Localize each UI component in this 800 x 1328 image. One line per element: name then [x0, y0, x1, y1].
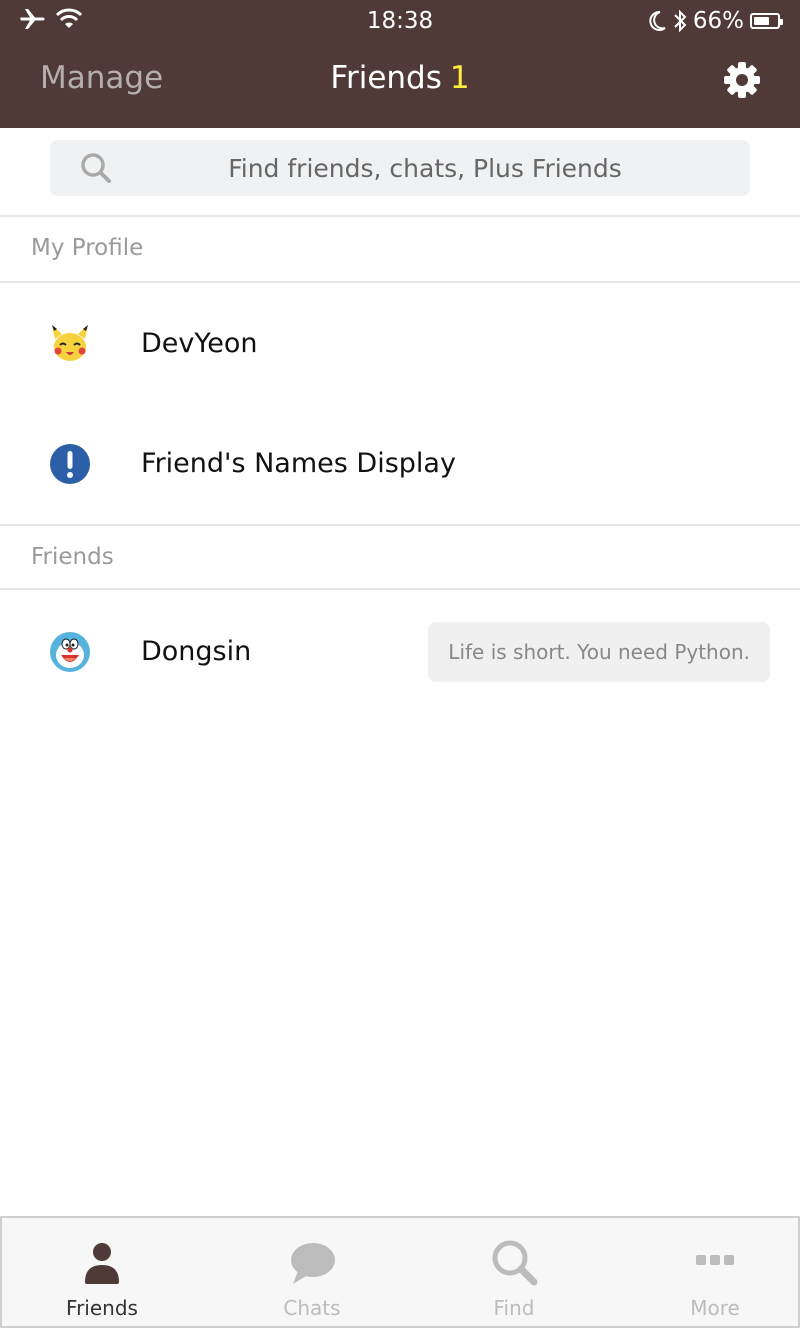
info-exclamation-icon	[50, 444, 90, 484]
section-my-profile: My Profile	[0, 217, 800, 283]
status-bar: 18:38 66%	[0, 0, 800, 44]
app-header: 18:38 66% Manage Friends 1	[0, 0, 800, 128]
page-title: Friends 1	[0, 60, 800, 96]
chat-bubble-icon	[291, 1243, 335, 1284]
search-icon	[81, 153, 111, 183]
tab-find[interactable]: Find	[414, 1218, 614, 1326]
search-icon	[492, 1240, 538, 1286]
section-friends: Friends	[0, 524, 800, 590]
moon-icon	[649, 10, 666, 31]
tab-label: More	[690, 1296, 740, 1320]
more-dots-icon	[696, 1255, 734, 1265]
tab-chats[interactable]: Chats	[212, 1218, 412, 1326]
page-title-text: Friends	[330, 60, 442, 96]
search-input[interactable]	[120, 140, 730, 196]
tab-label: Friends	[66, 1296, 138, 1320]
profile-name: Friend's Names Display	[141, 448, 456, 479]
gear-icon	[724, 62, 760, 98]
section-label: Friends	[31, 544, 114, 570]
friend-row-dongsin[interactable]: Dongsin Life is short. You need Python.	[0, 592, 800, 712]
battery-percent: 66%	[692, 8, 744, 34]
tab-label: Chats	[283, 1296, 341, 1320]
section-label: My Profile	[31, 235, 144, 261]
doraemon-avatar	[50, 632, 90, 672]
tab-bar: Friends Chats Find More	[0, 1216, 800, 1328]
bluetooth-icon	[674, 9, 687, 33]
battery-icon	[750, 13, 783, 29]
tab-label: Find	[493, 1296, 535, 1320]
battery-level	[754, 17, 769, 25]
search-area	[0, 128, 800, 217]
pikachu-avatar	[52, 325, 88, 361]
friend-name: Dongsin	[141, 636, 252, 667]
friend-count: 1	[449, 60, 470, 96]
profile-row-devyeon[interactable]: DevYeon	[0, 284, 800, 404]
tab-more[interactable]: More	[615, 1218, 800, 1326]
profile-row-names-display[interactable]: Friend's Names Display	[0, 404, 800, 524]
tab-friends[interactable]: Friends	[2, 1218, 202, 1326]
profile-name: DevYeon	[141, 328, 258, 359]
friend-status-message: Life is short. You need Python.	[428, 622, 770, 682]
search-bar[interactable]	[50, 140, 750, 196]
settings-button[interactable]	[722, 60, 762, 100]
person-icon	[85, 1243, 119, 1284]
